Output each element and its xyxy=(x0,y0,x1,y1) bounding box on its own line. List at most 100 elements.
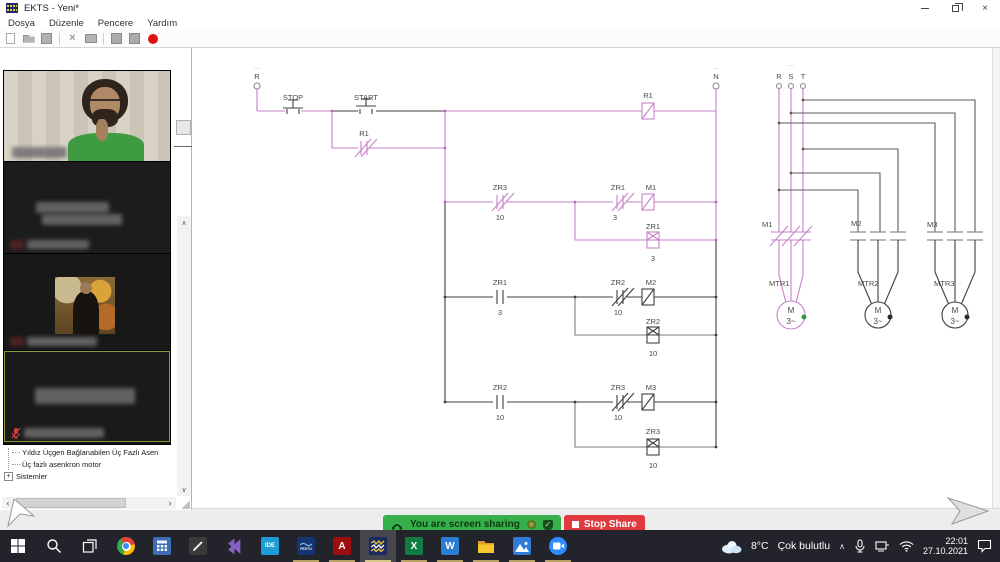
weather-condition[interactable]: Çok bulutlu xyxy=(778,540,831,552)
tree-dash xyxy=(12,464,20,465)
tree-item-label: Yıldız Üçgen Bağlanabilen Üç Fazlı Asen xyxy=(22,448,158,457)
clock-time: 22:01 xyxy=(923,536,968,546)
start-button[interactable] xyxy=(0,530,36,562)
annotation-icon[interactable] xyxy=(527,520,536,529)
run-sim-button[interactable] xyxy=(145,32,160,46)
tree-item-uc-fazli-motor[interactable]: Üç fazlı asenkron motor xyxy=(4,458,176,470)
taskbar-word[interactable]: W xyxy=(432,530,468,562)
taskbar-festo[interactable]: FESTO xyxy=(288,530,324,562)
panel-resize-grip[interactable] xyxy=(179,498,190,509)
stop-sim-button[interactable] xyxy=(127,32,142,46)
task-view-button[interactable] xyxy=(72,530,108,562)
tray-chevron-icon[interactable]: ∧ xyxy=(839,542,845,551)
calculator-icon xyxy=(153,537,171,555)
taskbar-visual-studio[interactable] xyxy=(216,530,252,562)
taskbar-snip-pen[interactable] xyxy=(180,530,216,562)
mic-muted-redacted xyxy=(10,337,24,346)
app-icon xyxy=(6,3,18,13)
mic-muted-redacted xyxy=(10,240,24,249)
taskbar-clock[interactable]: 22:01 27.10.2021 xyxy=(923,536,968,556)
ide-icon: IDE xyxy=(261,537,279,555)
security-shield-icon[interactable]: ✓ xyxy=(543,520,553,530)
tree-item-yildiz-ucgen[interactable]: Yıldız Üçgen Bağlanabilen Üç Fazlı Asen xyxy=(4,446,176,458)
delete-button[interactable]: × xyxy=(65,32,80,46)
search-icon xyxy=(46,538,62,554)
taskbar-ide[interactable]: IDE xyxy=(252,530,288,562)
profile-photo xyxy=(55,277,115,334)
action-center-icon[interactable] xyxy=(977,539,992,553)
stop-square-icon xyxy=(572,521,579,528)
ekts-icon xyxy=(369,537,387,555)
participant-name-redacted xyxy=(12,147,67,158)
panel-horizontal-scrollbar[interactable]: ‹ › xyxy=(2,497,176,509)
scroll-left-arrow[interactable]: ‹ xyxy=(2,497,14,509)
taskbar-zoom[interactable] xyxy=(540,530,576,562)
acrobat-icon: A xyxy=(333,537,351,555)
ethernet-icon[interactable] xyxy=(875,540,890,552)
tree-item-label: Sistemler xyxy=(16,472,47,481)
taskbar-excel[interactable]: X xyxy=(396,530,432,562)
wifi-icon[interactable] xyxy=(899,540,914,552)
participant-name-redacted xyxy=(35,388,135,404)
save-button[interactable] xyxy=(39,32,54,46)
scroll-down-arrow[interactable]: ∨ xyxy=(177,483,191,496)
taskbar-ekts-active[interactable] xyxy=(360,530,396,562)
mic-muted-icon xyxy=(11,427,21,439)
panel-divider xyxy=(174,146,192,147)
phone-icon xyxy=(391,519,403,531)
taskbar-chrome[interactable] xyxy=(108,530,144,562)
panel-collapse-button[interactable] xyxy=(176,120,191,135)
windows-logo-icon xyxy=(10,538,26,554)
taskbar-acrobat[interactable]: A xyxy=(324,530,360,562)
meeting-overlay xyxy=(3,70,171,445)
pen-icon xyxy=(189,537,207,555)
taskbar-file-explorer[interactable] xyxy=(468,530,504,562)
delete-icon: × xyxy=(69,33,75,44)
restore-button[interactable] xyxy=(940,0,970,16)
menu-duzenle[interactable]: Düzenle xyxy=(49,18,84,29)
photos-icon xyxy=(513,537,531,555)
panel-vertical-scrollbar[interactable]: ∧ ∨ xyxy=(177,216,191,496)
pause-sim-button[interactable] xyxy=(109,32,124,46)
minimize-icon xyxy=(921,8,929,9)
word-icon: W xyxy=(441,537,459,555)
participant-name-redacted xyxy=(42,214,122,225)
system-tray: 8°C Çok bulutlu ∧ 22:01 27.10.2021 xyxy=(720,530,1000,562)
close-button[interactable]: × xyxy=(970,0,1000,16)
scrollbar-thumb[interactable] xyxy=(16,498,126,508)
video-tile-active-speaker[interactable] xyxy=(4,351,170,442)
video-tile-no-video[interactable] xyxy=(4,162,170,254)
excel-icon: X xyxy=(405,537,423,555)
chrome-icon xyxy=(117,537,135,555)
participant-name-redacted xyxy=(24,428,104,438)
weather-temp[interactable]: 8°C xyxy=(751,540,769,552)
title-bar: EKTS - Yeni* × xyxy=(0,0,1000,16)
video-tile-webcam[interactable] xyxy=(4,71,170,162)
scroll-right-arrow[interactable]: › xyxy=(164,497,176,509)
pause-icon xyxy=(111,33,122,44)
print-button[interactable] xyxy=(83,32,98,46)
video-tile-profile-photo[interactable] xyxy=(4,254,170,351)
microphone-icon[interactable] xyxy=(854,539,866,553)
restore-icon xyxy=(952,5,959,12)
desktop: EKTS - Yeni* × Dosya Düzenle Pencere Yar… xyxy=(0,0,1000,562)
participant-name-redacted xyxy=(36,202,109,213)
tree-item-sistemler[interactable]: + Sistemler xyxy=(4,470,176,482)
menu-yardim[interactable]: Yardım xyxy=(147,18,177,29)
weather-cloud-icon xyxy=(720,539,742,554)
new-file-button[interactable] xyxy=(3,32,18,46)
canvas-vertical-scrollbar[interactable] xyxy=(992,48,1000,508)
menu-dosya[interactable]: Dosya xyxy=(8,18,35,29)
tree-expander-icon[interactable]: + xyxy=(4,472,13,481)
minimize-button[interactable] xyxy=(910,0,940,16)
save-icon xyxy=(41,33,52,44)
menu-pencere[interactable]: Pencere xyxy=(98,18,133,29)
file-explorer-icon xyxy=(477,539,495,554)
taskbar-photos[interactable] xyxy=(504,530,540,562)
open-file-button[interactable] xyxy=(21,32,36,46)
taskbar-search-button[interactable] xyxy=(36,530,72,562)
taskbar-calculator[interactable] xyxy=(144,530,180,562)
taskbar: IDE FESTO A xyxy=(0,530,1000,562)
scroll-up-arrow[interactable]: ∧ xyxy=(177,216,191,229)
share-status-text: You are screen sharing xyxy=(410,519,520,530)
